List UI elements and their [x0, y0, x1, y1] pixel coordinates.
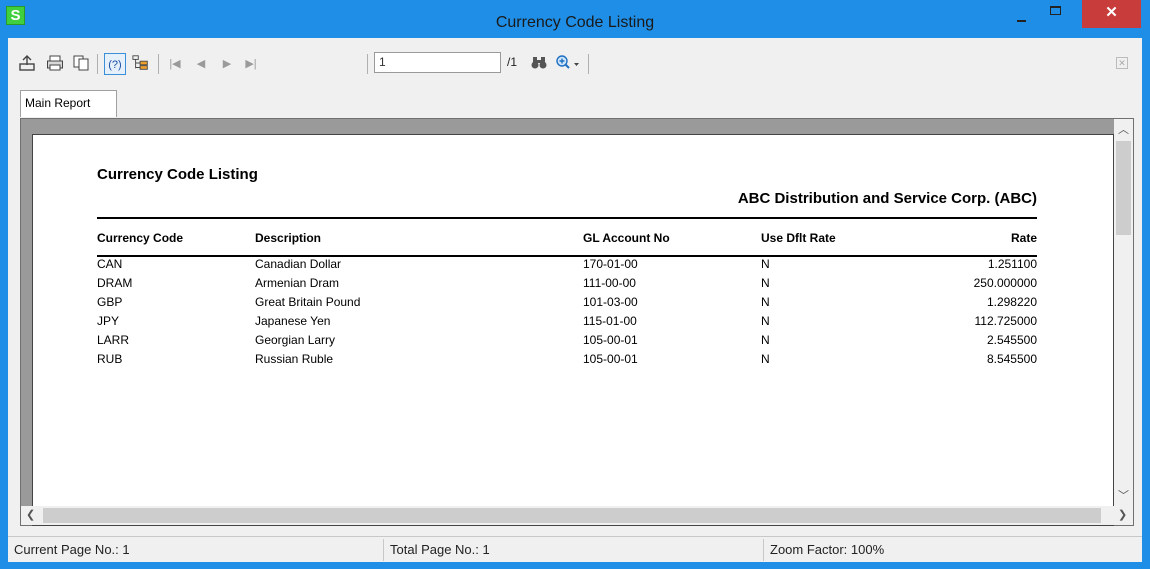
- page-number-input[interactable]: 1: [374, 52, 501, 73]
- group-tree-button[interactable]: [132, 54, 150, 72]
- report-title: Currency Code Listing: [97, 166, 258, 183]
- table-cell: RUB: [97, 352, 123, 366]
- last-page-icon: ▶|: [245, 57, 257, 70]
- close-icon: ✕: [1105, 4, 1118, 21]
- table-cell: DRAM: [97, 276, 133, 290]
- table-cell: 1.251100: [987, 257, 1037, 271]
- column-header: Use Dflt Rate: [761, 231, 836, 245]
- table-cell: 112.725000: [974, 314, 1037, 328]
- table-cell: 101-03-00: [583, 295, 638, 309]
- scroll-right-icon[interactable]: ❯: [1118, 508, 1127, 521]
- table-cell: 250.000000: [973, 276, 1037, 290]
- table-cell: 111-00-00: [583, 276, 636, 290]
- column-header: Currency Code: [97, 231, 184, 245]
- app-window: S Currency Code Listing ✕ (?) |◀ ◀ ▶ ▶| …: [0, 0, 1150, 569]
- table-cell: 105-00-01: [583, 352, 638, 366]
- minimize-icon: [1016, 20, 1026, 22]
- scroll-left-icon[interactable]: ❮: [26, 508, 35, 521]
- page-total-label: /1: [507, 55, 518, 69]
- table-cell: Great Britain Pound: [255, 295, 361, 309]
- group-tree-icon: [132, 55, 148, 70]
- first-page-icon: |◀: [169, 57, 181, 70]
- report-viewer: Currency Code Listing ABC Distribution a…: [20, 118, 1134, 526]
- table-cell: N: [761, 276, 770, 290]
- status-bar: Current Page No.: 1 Total Page No.: 1 Zo…: [8, 536, 1142, 562]
- printer-icon: [47, 55, 63, 71]
- first-page-button[interactable]: |◀: [166, 54, 184, 72]
- search-button[interactable]: [530, 54, 548, 72]
- horizontal-scrollbar[interactable]: ❮ ❯: [21, 506, 1133, 525]
- table-cell: LARR: [97, 333, 130, 347]
- toolbar-separator: [588, 54, 589, 74]
- current-page-status: Current Page No.: 1: [14, 542, 130, 557]
- total-page-status: Total Page No.: 1: [390, 542, 490, 557]
- toolbar: (?) |◀ ◀ ▶ ▶| 1 /1 ✕: [8, 38, 1142, 90]
- table-cell: 170-01-00: [583, 257, 638, 271]
- vertical-scroll-thumb[interactable]: [1116, 141, 1131, 235]
- table-cell: 2.545500: [986, 333, 1037, 347]
- title-bar[interactable]: S Currency Code Listing ✕: [0, 0, 1150, 38]
- toolbar-separator: [158, 54, 159, 74]
- table-cell: Georgian Larry: [255, 333, 336, 347]
- table-cell: N: [761, 295, 770, 309]
- table-cell: JPY: [97, 314, 120, 328]
- scroll-down-icon[interactable]: ﹀: [1114, 487, 1133, 503]
- table-cell: 1.298220: [986, 295, 1037, 309]
- minimize-button[interactable]: [1006, 0, 1036, 30]
- table-cell: Russian Ruble: [255, 352, 334, 366]
- last-page-button[interactable]: ▶|: [242, 54, 260, 72]
- print-button[interactable]: [46, 54, 64, 72]
- next-page-button[interactable]: ▶: [218, 54, 236, 72]
- report-page: Currency Code Listing ABC Distribution a…: [32, 134, 1114, 526]
- table-cell: 8.545500: [986, 352, 1037, 366]
- status-divider: [763, 539, 764, 561]
- header-rule: [97, 217, 1037, 219]
- toolbar-separator: [97, 54, 98, 74]
- help-icon: (?): [108, 59, 121, 71]
- header-rule: [97, 255, 1037, 257]
- zoom-status: Zoom Factor: 100%: [770, 542, 885, 557]
- table-cell: GBP: [97, 295, 123, 309]
- zoom-button[interactable]: [554, 54, 582, 72]
- column-header: Rate: [1010, 231, 1037, 245]
- client-area: (?) |◀ ◀ ▶ ▶| 1 /1 ✕ Main Report Currenc…: [8, 38, 1142, 562]
- zoom-icon: [556, 55, 579, 69]
- close-report-button[interactable]: ✕: [1116, 57, 1128, 69]
- horizontal-scroll-thumb[interactable]: [43, 508, 1101, 523]
- binoculars-icon: [531, 57, 547, 69]
- table-cell: 115-01-00: [583, 314, 637, 328]
- table-cell: Canadian Dollar: [255, 257, 342, 271]
- maximize-icon: [1049, 6, 1061, 15]
- copy-icon: [73, 55, 89, 71]
- tab-main-report[interactable]: Main Report: [20, 90, 117, 117]
- export-icon: [19, 55, 35, 71]
- svg-text:(?): (?): [108, 59, 121, 71]
- help-button[interactable]: (?): [104, 53, 126, 75]
- table-cell: Armenian Dram: [255, 276, 340, 290]
- table-cell: 105-00-01: [583, 333, 638, 347]
- previous-page-icon: ◀: [196, 57, 206, 70]
- toolbar-separator: [367, 54, 368, 74]
- status-divider: [383, 539, 384, 561]
- close-button[interactable]: ✕: [1082, 0, 1141, 28]
- table-cell: N: [761, 314, 770, 328]
- table-cell: Japanese Yen: [255, 314, 331, 328]
- vertical-scrollbar[interactable]: ︿ ﹀: [1114, 119, 1133, 506]
- maximize-button[interactable]: [1040, 0, 1070, 30]
- copy-button[interactable]: [72, 54, 90, 72]
- company-name: ABC Distribution and Service Corp. (ABC): [737, 190, 1037, 207]
- table-cell: CAN: [97, 257, 123, 271]
- table-cell: N: [761, 352, 770, 366]
- window-title: Currency Code Listing: [495, 14, 655, 31]
- table-cell: N: [761, 333, 770, 347]
- scroll-up-icon[interactable]: ︿: [1114, 121, 1133, 137]
- next-page-icon: ▶: [222, 57, 232, 70]
- column-header: GL Account No: [583, 231, 670, 245]
- close-icon: ✕: [1118, 58, 1126, 68]
- export-button[interactable]: [18, 54, 36, 72]
- column-header: Description: [255, 231, 322, 245]
- table-cell: N: [761, 257, 770, 271]
- previous-page-button[interactable]: ◀: [192, 54, 210, 72]
